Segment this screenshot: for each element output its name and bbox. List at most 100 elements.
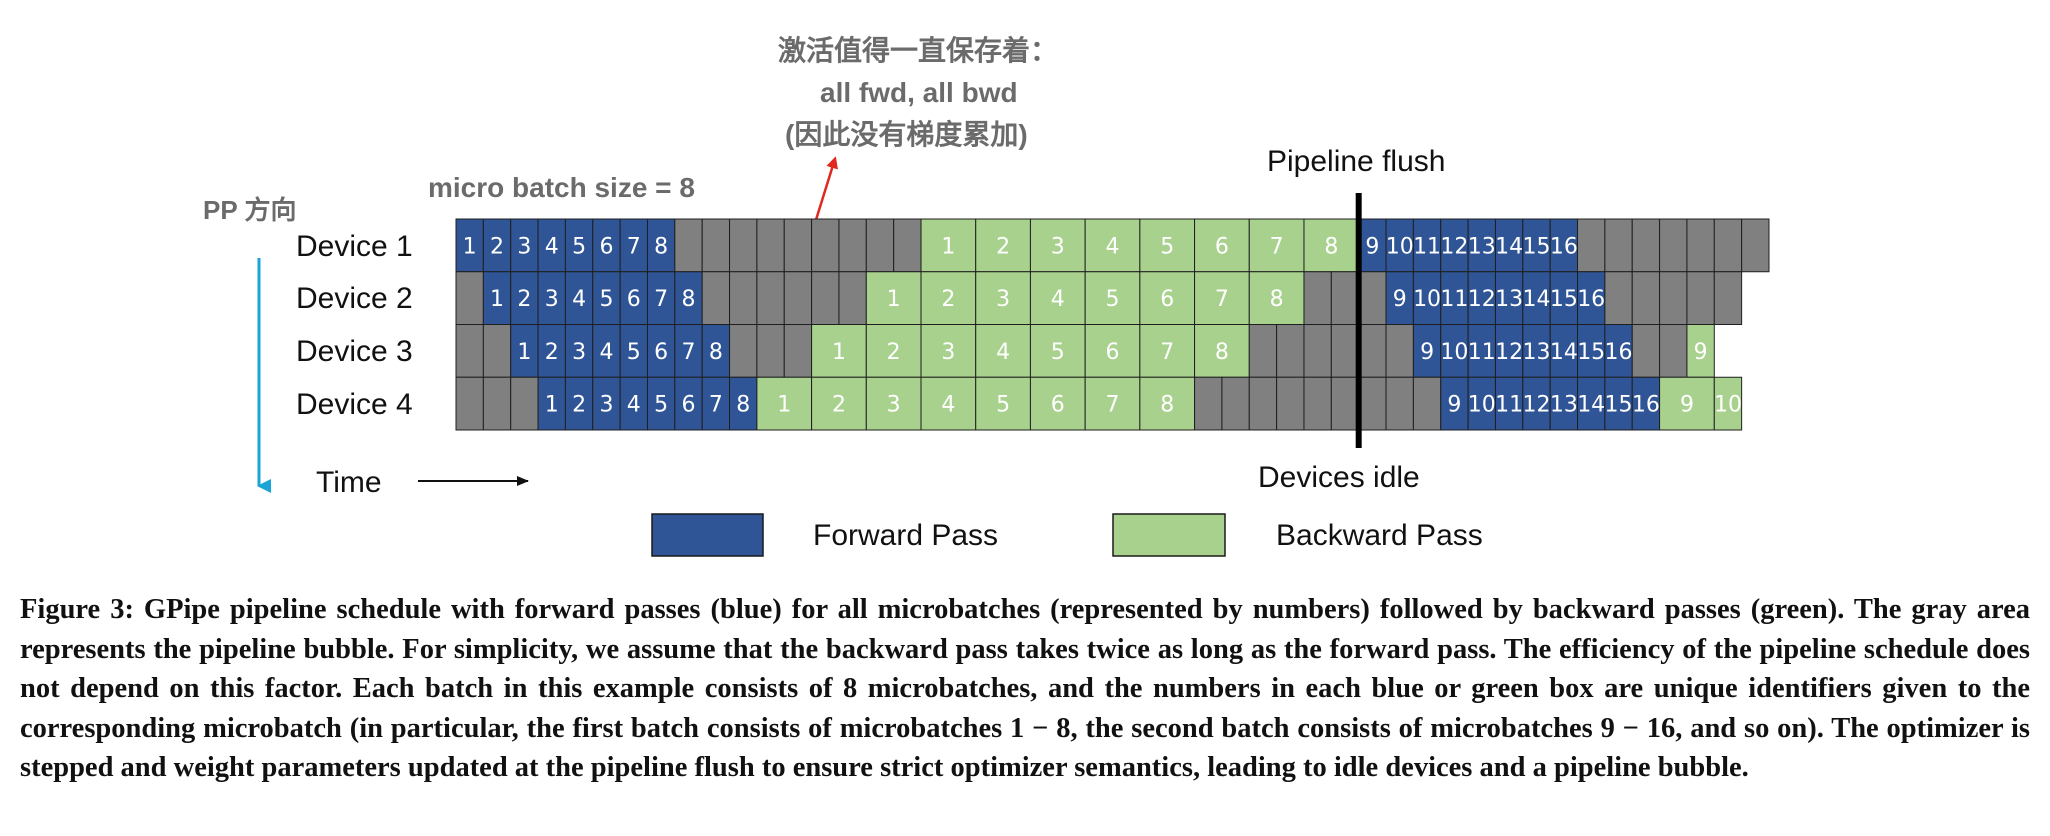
cell-label-forward: 8 — [654, 234, 668, 259]
cell-idle-d3-1 — [482, 324, 512, 378]
cell-label-forward: 5 — [572, 234, 586, 259]
cell-idle-d2-38 — [1713, 271, 1743, 325]
cell-idle-d4-24 — [1330, 376, 1360, 431]
cell-idle-d1-37 — [1686, 218, 1715, 273]
cell-label-forward: 9 — [1365, 234, 1379, 259]
cell-label-backward: 7 — [1160, 340, 1174, 365]
cell-label-backward: 6 — [1215, 234, 1229, 259]
legend-backward-swatch — [1112, 513, 1226, 557]
cell-idle-d2-14 — [838, 271, 867, 325]
cell-idle-d1-8 — [674, 218, 703, 273]
cell-idle-d3-10 — [729, 324, 758, 378]
cell-label-forward: 1 — [545, 393, 559, 418]
cell-label-backward: 3 — [996, 287, 1010, 312]
cell-label-forward: 9 — [1420, 340, 1434, 365]
cell-idle-d1-38 — [1713, 218, 1743, 273]
cell-idle-d1-13 — [811, 218, 840, 273]
cell-label-forward: 11 — [1468, 340, 1496, 365]
cell-label-backward: 3 — [1051, 234, 1065, 259]
cell-label-forward: 10 — [1468, 393, 1496, 418]
cell-idle-d2-9 — [701, 271, 731, 325]
cell-idle-d2-36 — [1659, 271, 1688, 325]
cell-label-forward: 6 — [627, 287, 641, 312]
cell-idle-d2-0 — [455, 271, 484, 325]
cell-label-forward: 14 — [1522, 287, 1550, 312]
cell-label-forward: 14 — [1577, 393, 1605, 418]
cell-label-forward: 6 — [682, 393, 696, 418]
cell-label-forward: 2 — [545, 340, 559, 365]
cell-idle-d1-34 — [1604, 218, 1633, 273]
cell-idle-d3-0 — [455, 324, 484, 378]
cell-label-backward: 1 — [941, 234, 955, 259]
cell-label-backward: 8 — [1215, 340, 1229, 365]
cell-idle-d1-15 — [865, 218, 895, 273]
cell-label-forward: 12 — [1440, 234, 1468, 259]
cell-idle-d1-10 — [729, 218, 758, 273]
cell-label-forward: 12 — [1495, 340, 1523, 365]
cell-label-backward: 7 — [1270, 234, 1284, 259]
cell-idle-d2-35 — [1631, 271, 1661, 325]
cell-label-forward: 13 — [1495, 287, 1523, 312]
cell-idle-d3-12 — [783, 324, 813, 378]
cell-label-backward: 1 — [832, 340, 846, 365]
cell-idle-d1-14 — [838, 218, 867, 273]
cell-idle-d2-12 — [783, 271, 813, 325]
cell-label-forward: 1 — [517, 340, 531, 365]
cell-idle-d2-25 — [1358, 271, 1387, 325]
cell-label-backward: 5 — [1051, 340, 1065, 365]
cell-label-forward: 10 — [1440, 340, 1468, 365]
cell-label-backward: 6 — [1106, 340, 1120, 365]
cell-label-backward: 4 — [1051, 287, 1065, 312]
schedule-grid: 1 2 3 4 5 6 7 8 1 2 3 4 5 6 7 8 9 10 11 12 13 14 15 161 2 3 4 5 6 7 8 1… — [455, 218, 1770, 431]
cell-idle-d1-16 — [893, 218, 922, 273]
activation-note-line3: (因此没有梯度累加) — [785, 119, 1028, 150]
cell-label-forward: 1 — [490, 287, 504, 312]
device-label-1: Device 1 — [296, 230, 413, 263]
device-label-4: Device 4 — [296, 388, 413, 421]
cell-label-forward: 13 — [1550, 393, 1578, 418]
cell-label-forward: 8 — [682, 287, 696, 312]
cell-label-backward: 8 — [1160, 393, 1174, 418]
activation-note-line1: 激活值得一直保存着： — [778, 34, 1058, 66]
cell-label-forward: 13 — [1468, 234, 1496, 259]
cell-label-forward: 2 — [517, 287, 531, 312]
cell-label-backward: 4 — [941, 393, 955, 418]
cell-idle-d2-11 — [756, 271, 785, 325]
cell-idle-d2-13 — [811, 271, 840, 325]
cell-label-forward: 10 — [1386, 234, 1414, 259]
cell-label-backward: 8 — [1270, 287, 1284, 312]
cell-idle-d4-21 — [1248, 376, 1278, 431]
cell-label-forward: 10 — [1413, 287, 1441, 312]
cell-label-forward: 9 — [1447, 393, 1461, 418]
cell-label-backward: 2 — [887, 340, 901, 365]
cell-label-forward: 14 — [1550, 340, 1578, 365]
cell-label-forward: 4 — [572, 287, 586, 312]
cell-label-forward: 11 — [1495, 393, 1523, 418]
cell-label-forward: 7 — [709, 393, 723, 418]
cell-label-forward: 12 — [1468, 287, 1496, 312]
cell-idle-d2-34 — [1604, 271, 1633, 325]
device-label-2: Device 2 — [296, 282, 413, 315]
legend-forward-label: Forward Pass — [813, 519, 998, 552]
cell-label-forward: 7 — [627, 234, 641, 259]
cell-label-forward: 8 — [709, 340, 723, 365]
cell-label-forward: 7 — [654, 287, 668, 312]
activation-note-line2: all fwd, all bwd — [820, 77, 1018, 108]
cell-label-backward: 5 — [1106, 287, 1120, 312]
cell-label-forward: 11 — [1440, 287, 1468, 312]
cell-label-backward: 5 — [1160, 234, 1174, 259]
cell-label-forward: 6 — [654, 340, 668, 365]
cell-label-backward: 4 — [996, 340, 1010, 365]
cell-idle-d3-11 — [756, 324, 785, 378]
cell-idle-d4-19 — [1194, 376, 1223, 431]
cell-idle-d4-1 — [482, 376, 512, 431]
cell-label-backward: 1 — [777, 393, 791, 418]
cell-idle-d2-10 — [729, 271, 758, 325]
cell-label-forward: 12 — [1522, 393, 1550, 418]
cell-label-forward: 3 — [599, 393, 613, 418]
cell-idle-d4-2 — [510, 376, 539, 431]
cell-label-forward: 6 — [599, 234, 613, 259]
pipeline-flush-label: Pipeline flush — [1267, 145, 1445, 178]
cell-label-forward: 2 — [490, 234, 504, 259]
legend-forward-swatch — [651, 513, 764, 557]
